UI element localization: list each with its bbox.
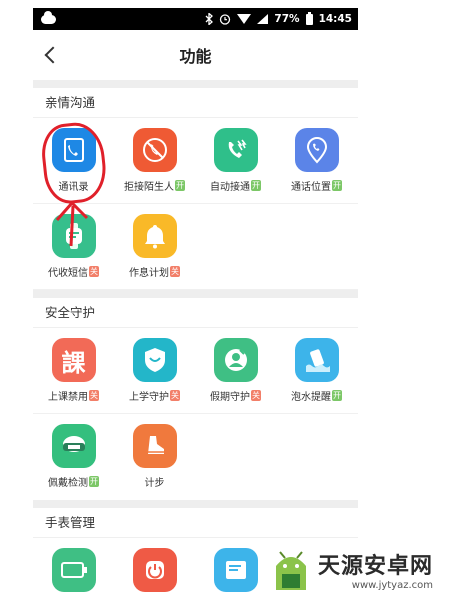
- grid-row: 課 上课禁用关 上学守护关 假期守护关 泡水提醒 开: [33, 328, 358, 414]
- tile-schedule[interactable]: 作息计划关: [114, 204, 195, 290]
- status-tag-off: 关: [170, 390, 180, 401]
- status-tag-off: 关: [89, 390, 99, 401]
- battery-percent: 77%: [274, 13, 300, 25]
- tile-wear-detect[interactable]: 佩戴检测开: [33, 414, 114, 500]
- grid-row: 通讯录 拒接陌生人开 自动接通开 通话位置 开: [33, 118, 358, 204]
- tile-auto-answer[interactable]: 自动接通开: [195, 118, 276, 204]
- grid-row: 佩戴检测开 计步: [33, 414, 358, 500]
- bluetooth-icon: [205, 13, 214, 25]
- tile-holiday-guard[interactable]: 假期守护关: [195, 328, 276, 414]
- tile-power[interactable]: [114, 538, 195, 604]
- cloud-icon: [41, 10, 56, 24]
- tile-label: 上学守护关: [129, 390, 180, 403]
- nav-bar: 功能: [33, 30, 358, 80]
- status-tag-off: 关: [251, 390, 261, 401]
- class-glyph: 課: [61, 347, 86, 377]
- contacts-book-icon: [51, 128, 96, 172]
- status-tag-on: 开: [332, 390, 342, 401]
- power-icon: [132, 548, 177, 592]
- section-title: 安全守护: [33, 298, 358, 328]
- section-family-communication: 亲情沟通 通讯录 拒接陌生人开 自动接通 开 通话位置 开 代收短信 关 作息计…: [33, 88, 358, 290]
- section-divider: [33, 500, 358, 508]
- watch-message-icon: [51, 214, 96, 258]
- tile-list[interactable]: [195, 538, 276, 604]
- feature-grid: 通讯录 拒接陌生人开 自动接通开 通话位置 开 代收短信 关 作息计划 关: [33, 118, 358, 290]
- section-title: 手表管理: [33, 508, 358, 538]
- section-safety-guard: 安全守护 課 上课禁用关 上学守护关 假期守护 关 泡水提醒 开 佩戴检测 开 …: [33, 298, 358, 500]
- watermark: 天源安卓网 www.jytyaz.com: [268, 546, 433, 592]
- tile-label: 通讯录: [58, 182, 89, 193]
- shoe-step-icon: [132, 424, 177, 468]
- tile-step-count[interactable]: 计步: [114, 414, 195, 500]
- status-tag-on: 开: [332, 180, 342, 191]
- section-divider: [33, 290, 358, 298]
- tile-reject-strangers[interactable]: 拒接陌生人开: [114, 118, 195, 204]
- tile-contacts[interactable]: 通讯录: [33, 118, 114, 204]
- battery-icon: [51, 548, 96, 592]
- tile-battery[interactable]: [33, 538, 114, 604]
- holiday-guard-icon: [213, 338, 258, 382]
- school-shield-icon: [132, 338, 177, 382]
- water-alert-icon: [294, 338, 339, 382]
- wifi-icon: [237, 14, 252, 24]
- tile-label: 拒接陌生人开: [124, 180, 185, 193]
- tile-label: 计步: [144, 478, 165, 489]
- status-tag-off: 关: [170, 266, 180, 277]
- status-tag-on: 开: [89, 476, 99, 487]
- phone-screen: 77% 14:45 功能 亲情沟通 通讯录 拒接陌生人开 自动接通 开 通话位置…: [33, 8, 358, 604]
- tile-call-location[interactable]: 通话位置开: [276, 118, 357, 204]
- page-title: 功能: [179, 47, 212, 66]
- alarm-icon: [219, 13, 231, 25]
- class-ban-icon: 課: [51, 338, 96, 382]
- status-tag-on: 开: [175, 180, 185, 191]
- tile-class-ban[interactable]: 課 上课禁用关: [33, 328, 114, 414]
- tile-water-alert[interactable]: 泡水提醒开: [276, 328, 357, 414]
- bell-icon: [132, 214, 177, 258]
- tile-label: 上课禁用关: [48, 390, 99, 403]
- status-bar: 77% 14:45: [33, 8, 358, 30]
- tile-label: 假期守护关: [210, 390, 261, 403]
- blocked-phone-icon: [132, 128, 177, 172]
- watermark-url: www.jytyaz.com: [351, 579, 434, 591]
- tile-label: 自动接通开: [210, 180, 261, 193]
- tile-label: 通话位置开: [291, 180, 342, 193]
- android-logo-icon: [276, 551, 306, 590]
- tile-label: 代收短信关: [48, 266, 99, 279]
- status-tag-on: 开: [251, 180, 261, 191]
- tile-label: 作息计划关: [129, 266, 180, 279]
- tile-label: 泡水提醒开: [291, 390, 342, 403]
- section-divider: [33, 80, 358, 88]
- signal-icon: [257, 14, 269, 24]
- auto-answer-phone-icon: [213, 128, 258, 172]
- grid-row: 代收短信关 作息计划关: [33, 204, 358, 290]
- wear-detect-icon: [51, 424, 96, 468]
- back-arrow-icon[interactable]: [43, 44, 57, 66]
- watermark-title: 天源安卓网: [318, 553, 434, 579]
- call-location-pin-icon: [294, 128, 339, 172]
- tile-school-guard[interactable]: 上学守护关: [114, 328, 195, 414]
- list-doc-icon: [213, 548, 258, 592]
- clock-time: 14:45: [318, 13, 352, 25]
- feature-grid: 課 上课禁用关 上学守护关 假期守护关 泡水提醒 开 佩戴检测 开 计步: [33, 328, 358, 500]
- tile-proxy-sms[interactable]: 代收短信关: [33, 204, 114, 290]
- section-title: 亲情沟通: [33, 88, 358, 118]
- status-tag-off: 关: [89, 266, 99, 277]
- battery-icon: [305, 11, 313, 25]
- tile-label: 佩戴检测开: [48, 476, 99, 489]
